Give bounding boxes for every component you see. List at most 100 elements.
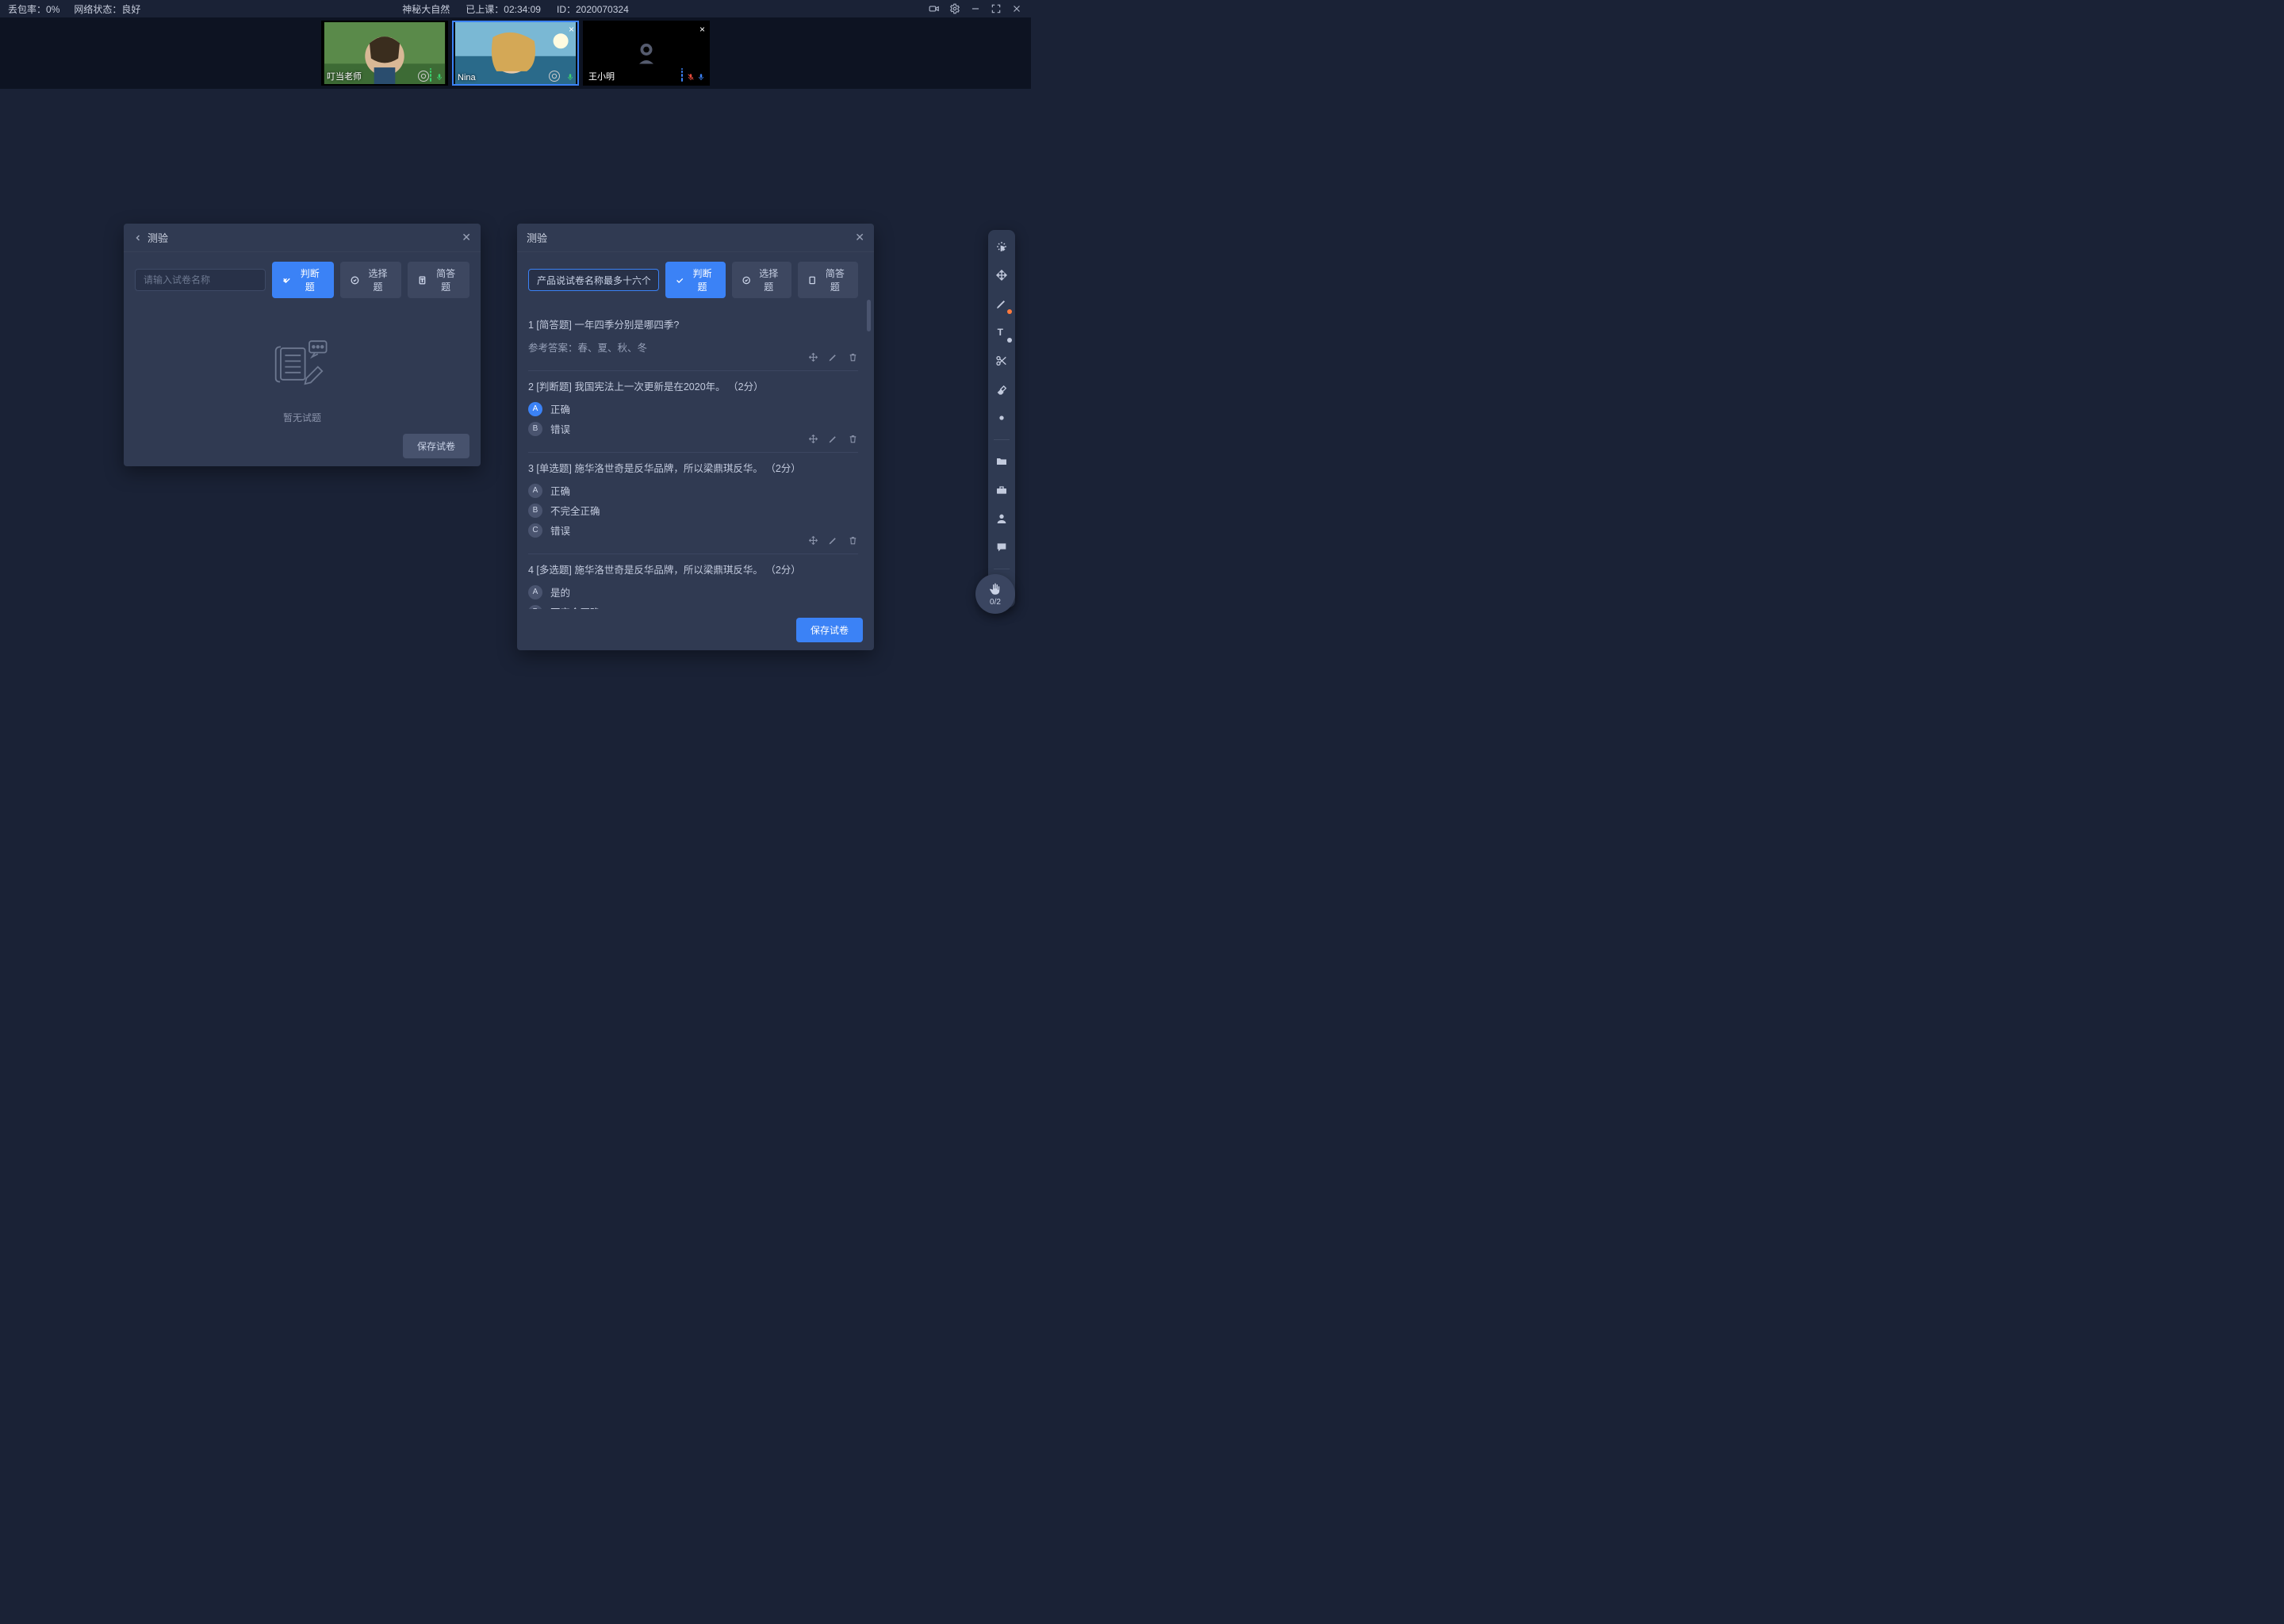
panel-title: 测验 [148,230,168,245]
move-icon[interactable] [993,266,1010,284]
option-letter: A [528,585,542,599]
tile-close-icon[interactable]: × [699,24,705,35]
question-title: 4 [多选题] 施华洛世奇是反华品牌，所以梁鼎琪反华。 （2分） [528,562,858,578]
video-tile-teacher[interactable]: 叮当老师 [321,21,448,86]
scrollbar[interactable] [867,300,871,331]
option-label: 错误 [550,523,570,538]
edit-question-icon[interactable] [828,352,838,362]
question-block: 4 [多选题] 施华洛世奇是反华品牌，所以梁鼎琪反华。 （2分） A 是的 B 不完全正… [528,554,858,609]
tab-choice[interactable]: 选择题 [732,262,792,298]
tab-judge[interactable]: 判断题 [272,262,334,298]
option-label: 不完全正确 [550,503,600,518]
video-name: 王小明 [588,70,615,82]
option-label: 错误 [550,421,570,436]
folder-icon[interactable] [993,453,1010,470]
question-actions [808,535,858,546]
option-label: 不完全正确 [550,604,600,609]
option-letter: B [528,422,542,436]
option-row[interactable]: B 不完全正确 [528,503,858,518]
paper-name-input[interactable] [528,269,659,291]
svg-text:T: T [998,327,1004,338]
camera-toggle-icon[interactable] [928,2,941,15]
elapsed-time: 已上课：02:34:09 [466,2,541,16]
packet-loss: 丢包率：0% [8,2,59,16]
svg-text:T: T [421,278,424,283]
settings-icon[interactable] [948,2,961,15]
pencil-icon[interactable] [993,295,1010,312]
quiz-panel-filled: 测验 ✕ 判断题 选择题 简答题 1 [简答题] 一年四季分别是哪四季?参考答案… [517,224,874,650]
quiz-panel-empty: 测验 ✕ 判断题 选择题 T简答题 暂无试题 保存试卷 [124,224,481,466]
edit-question-icon[interactable] [828,535,838,546]
video-name: Nina [458,73,476,82]
option-row[interactable]: A 正确 [528,483,858,498]
save-paper-button[interactable]: 保存试卷 [403,434,469,458]
close-window-icon[interactable] [1010,2,1023,15]
question-title: 2 [判断题] 我国宪法上一次更新是在2020年。 （2分） [528,379,858,395]
close-icon[interactable]: ✕ [462,231,471,244]
delete-question-icon[interactable] [848,352,858,362]
tile-close-icon[interactable]: × [569,24,574,35]
option-label: 正确 [550,483,570,498]
option-label: 是的 [550,584,570,599]
tab-choice[interactable]: 选择题 [340,262,402,298]
option-row[interactable]: B 不完全正确 [528,604,858,609]
option-letter: C [528,523,542,538]
save-paper-button[interactable]: 保存试卷 [796,618,863,642]
network-status: 网络状态：良好 [74,2,140,16]
option-row[interactable]: A 正确 [528,401,858,416]
move-question-icon[interactable] [808,352,818,362]
question-block: 1 [简答题] 一年四季分别是哪四季?参考答案：春、夏、秋、冬 [528,309,858,371]
laser-dot-icon[interactable] [993,409,1010,427]
cursor-click-icon[interactable] [993,238,1010,255]
tab-judge[interactable]: 判断题 [665,262,726,298]
move-question-icon[interactable] [808,535,818,546]
video-tile-student-1[interactable]: × Nina [452,21,579,86]
user-icon[interactable] [993,510,1010,527]
tool-palette: T [988,230,1015,607]
top-bar: 丢包率：0% 网络状态：良好 神秘大自然 已上课：02:34:09 ID：202… [0,0,1031,17]
video-name: 叮当老师 [327,70,362,82]
paper-name-input[interactable] [135,269,266,291]
award-icon [418,71,429,82]
question-title: 1 [简答题] 一年四季分别是哪四季? [528,317,858,333]
question-block: 3 [单选题] 施华洛世奇是反华品牌，所以梁鼎琪反华。 （2分） A 正确 B 不完全正… [528,453,858,554]
award-icon [549,71,560,82]
move-question-icon[interactable] [808,434,818,444]
mic-icon [566,72,574,82]
chat-icon[interactable] [993,538,1010,556]
option-letter: B [528,504,542,518]
tab-short[interactable]: 简答题 [798,262,858,298]
option-letter: B [528,605,542,610]
empty-text: 暂无试题 [283,411,321,424]
question-block: 2 [判断题] 我国宪法上一次更新是在2020年。 （2分） A 正确 B 错误 [528,371,858,453]
edit-question-icon[interactable] [828,434,838,444]
empty-state: 暂无试题 [135,309,469,425]
session-id: ID：2020070324 [557,2,629,16]
raise-hand-button[interactable]: 0/2 [975,574,1015,614]
video-tile-student-2[interactable]: × 王小明 [583,21,710,86]
question-actions [808,352,858,362]
question-actions [808,434,858,444]
close-icon[interactable]: ✕ [855,231,864,244]
delete-question-icon[interactable] [848,535,858,546]
hand-count: 0/2 [990,598,1001,607]
eraser-icon[interactable] [993,381,1010,398]
question-title: 3 [单选题] 施华洛世奇是反华品牌，所以梁鼎琪反华。 （2分） [528,461,858,477]
option-row[interactable]: A 是的 [528,584,858,599]
delete-question-icon[interactable] [848,434,858,444]
option-label: 正确 [550,401,570,416]
mic-icon [681,68,705,82]
scissors-icon[interactable] [993,352,1010,370]
tab-short[interactable]: T简答题 [408,262,469,298]
maximize-icon[interactable] [990,2,1002,15]
course-title: 神秘大自然 [402,2,450,16]
back-icon[interactable] [133,233,143,243]
text-icon[interactable]: T [993,324,1010,341]
option-letter: A [528,402,542,416]
minimize-icon[interactable] [969,2,982,15]
toolbox-icon[interactable] [993,481,1010,499]
mic-icon [430,68,443,82]
option-letter: A [528,484,542,498]
panel-title: 测验 [527,230,547,245]
video-strip: 叮当老师 × Nina × 王小明 [0,17,1031,89]
